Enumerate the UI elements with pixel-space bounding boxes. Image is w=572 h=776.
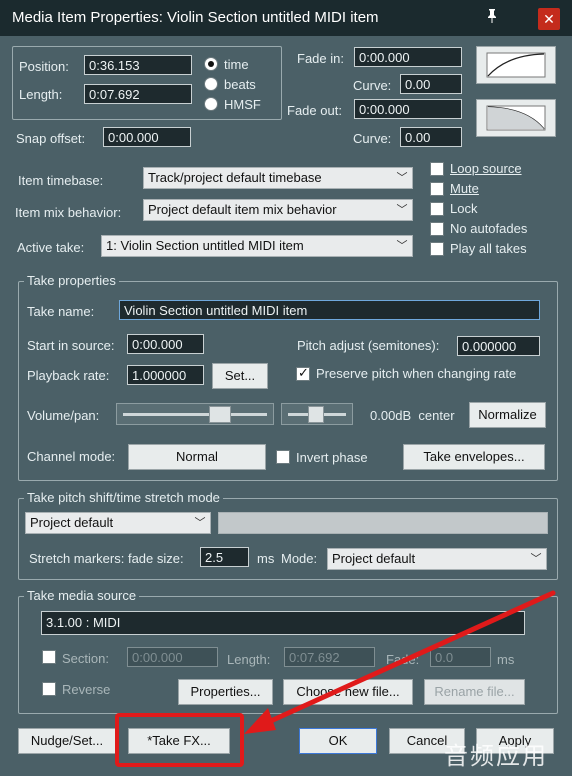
media-item-properties-dialog: Media Item Properties: Violin Section un… <box>0 0 572 776</box>
watermark-text: 音频应用 <box>444 743 548 770</box>
annotation-arrow <box>244 590 556 734</box>
